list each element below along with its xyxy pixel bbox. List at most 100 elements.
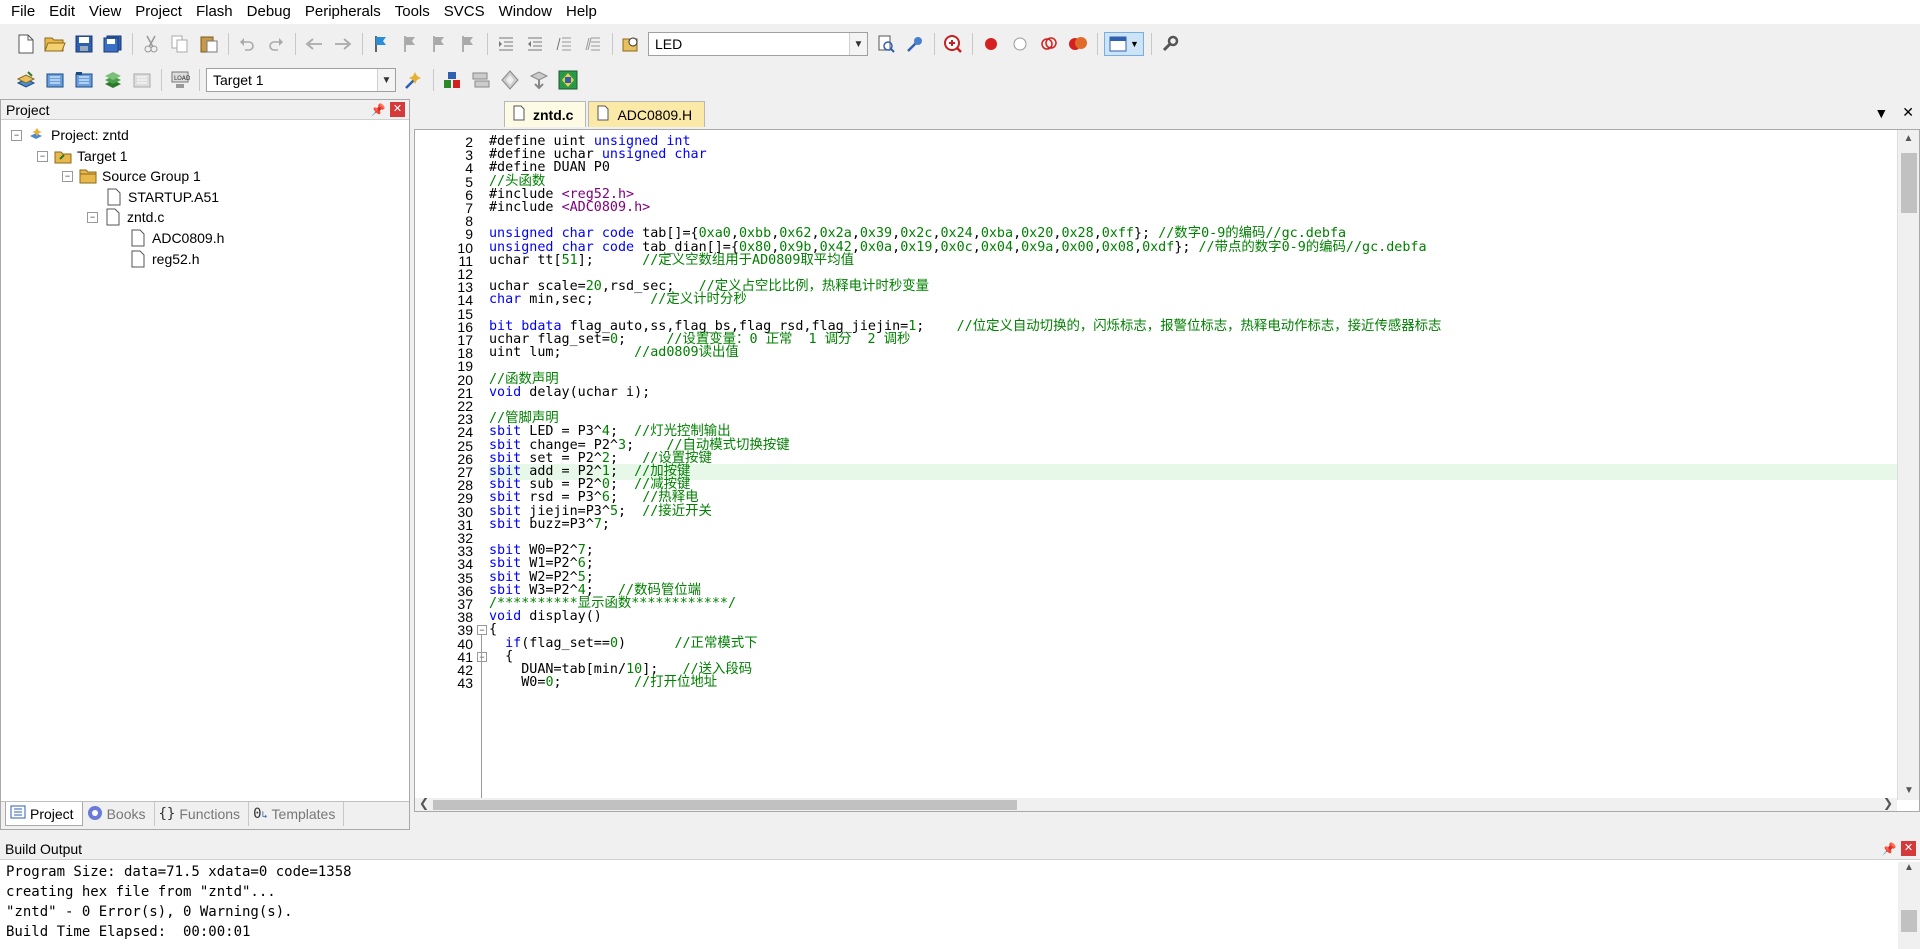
tab-zntd-c[interactable]: zntd.c [504,101,587,127]
scroll-thumb[interactable] [1901,153,1917,213]
insert-breakpoint-icon[interactable] [979,32,1003,56]
indent-icon[interactable] [494,32,518,56]
pin-icon[interactable]: 📌 [370,103,386,117]
unindent-icon[interactable] [523,32,547,56]
menu-flash[interactable]: Flash [189,0,240,24]
menu-debug[interactable]: Debug [240,0,298,24]
window-layout-icon[interactable]: ▼ [1104,32,1144,56]
clear-bookmarks-icon[interactable] [456,32,480,56]
disable-all-breakpoints-icon[interactable] [1037,32,1061,56]
menu-edit[interactable]: Edit [42,0,82,24]
prev-bookmark-icon[interactable] [398,32,422,56]
file-icon [513,105,525,124]
horizontal-scrollbar[interactable]: ❮ ❯ [415,796,1897,811]
tab-project[interactable]: Project [5,802,83,826]
find-combo[interactable]: LED ▼ [648,32,868,56]
incremental-find-icon[interactable] [874,32,898,56]
pack-installer-icon[interactable] [527,68,551,92]
undo-icon[interactable] [235,32,259,56]
tree-item-reg52-h[interactable]: reg52.h [129,248,199,270]
menu-peripherals[interactable]: Peripherals [298,0,388,24]
build-icon[interactable] [43,68,67,92]
line-number: 43 [457,675,473,692]
target-options-icon[interactable] [402,68,426,92]
vertical-scrollbar[interactable]: ▲ [1898,862,1920,949]
code-lines[interactable]: #define uint unsigned int #define uchar u… [489,130,1897,800]
open-file-icon[interactable] [43,32,67,56]
close-icon[interactable]: ✕ [1902,104,1914,121]
new-file-icon[interactable] [14,32,38,56]
tab-functions[interactable]: {} Functions [155,802,250,826]
target-combo[interactable]: Target 1 ▼ [206,68,396,92]
tab-templates[interactable]: 0↳ Templates [249,802,345,826]
collapse-icon[interactable]: − [62,170,73,182]
scroll-thumb[interactable] [433,800,1017,810]
chevron-down-icon[interactable]: ▼ [377,69,395,91]
tab-adc0809-h[interactable]: ADC0809.H [588,101,706,127]
menu-project[interactable]: Project [128,0,189,24]
debug-settings-icon[interactable] [903,32,927,56]
batch-build-icon[interactable] [101,68,125,92]
collapse-icon[interactable]: − [87,211,98,223]
download-icon[interactable]: LOAD [168,68,192,92]
rebuild-icon[interactable] [72,68,96,92]
uncomment-icon[interactable] [581,32,605,56]
collapse-icon[interactable]: − [11,129,22,141]
code-line[interactable]: W0=0; //打开位地址 [489,675,1897,691]
run-time-environment-icon[interactable] [556,68,580,92]
code-editor[interactable]: 2 3 4 5 6 7 8 9 10 11 12 13 14 15 16 17 18 19 20 21 22 23 24 25… [414,129,1920,812]
build-output-text[interactable]: Program Size: data=71.5 xdata=0 code=135… [0,860,1920,942]
scroll-up-icon[interactable]: ▲ [1898,130,1919,148]
menu-svcs[interactable]: SVCS [437,0,492,24]
scroll-thumb[interactable] [1901,910,1917,932]
scroll-down-icon[interactable]: ▼ [1898,782,1920,800]
tree-item-zntd-c[interactable]: − zntd.c [87,206,164,228]
kill-all-breakpoints-icon[interactable] [1066,32,1090,56]
tree-item-source-group[interactable]: − Source Group 1 [62,165,201,187]
menu-help[interactable]: Help [559,0,604,24]
pin-icon[interactable]: 📌 [1881,842,1897,856]
menu-window[interactable]: Window [492,0,559,24]
comment-icon[interactable] [552,32,576,56]
chevron-down-icon[interactable]: ▼ [849,33,867,55]
tree-item-target[interactable]: − Target 1 [37,145,128,167]
find-in-files-icon[interactable] [619,32,643,56]
menu-file[interactable]: File [4,0,42,24]
redo-icon[interactable] [264,32,288,56]
translate-icon[interactable] [14,68,38,92]
next-bookmark-icon[interactable] [427,32,451,56]
build-output-header: Build Output 📌 ✕ [0,838,1920,860]
tree-item-startup[interactable]: STARTUP.A51 [105,186,219,208]
collapse-icon[interactable]: − [37,150,48,162]
scroll-right-icon[interactable]: ❯ [1883,796,1893,810]
tree-item-adc0809-h[interactable]: ADC0809.h [129,227,224,249]
save-icon[interactable] [72,32,96,56]
disable-breakpoint-icon[interactable] [1008,32,1032,56]
scroll-up-icon[interactable]: ▲ [1898,862,1920,873]
tab-label: Templates [271,806,336,822]
start-debug-icon[interactable] [941,32,965,56]
tree-item-project[interactable]: − Project: zntd [11,124,129,146]
vertical-scrollbar[interactable]: ▲ ▼ [1897,130,1919,800]
configure-icon[interactable] [1158,32,1182,56]
paste-icon[interactable] [197,32,221,56]
stop-build-icon[interactable] [130,68,154,92]
fold-icon[interactable]: − [477,625,487,636]
bookmark-icon[interactable] [369,32,393,56]
manage-components-icon[interactable] [440,68,464,92]
chevron-down-icon[interactable]: ▼ [1874,105,1888,121]
save-all-icon[interactable] [101,32,125,56]
close-icon[interactable]: ✕ [1901,841,1916,856]
menu-view[interactable]: View [82,0,128,24]
select-software-packs-icon[interactable] [498,68,522,92]
tab-books[interactable]: Books [83,802,155,826]
cut-icon[interactable] [139,32,163,56]
copy-icon[interactable] [168,32,192,56]
file-extensions-icon[interactable] [469,68,493,92]
fold-icon[interactable]: − [477,651,487,662]
nav-back-icon[interactable] [302,32,326,56]
close-icon[interactable]: ✕ [390,102,405,117]
menu-tools[interactable]: Tools [388,0,437,24]
nav-forward-icon[interactable] [331,32,355,56]
scroll-left-icon[interactable]: ❮ [419,796,429,810]
